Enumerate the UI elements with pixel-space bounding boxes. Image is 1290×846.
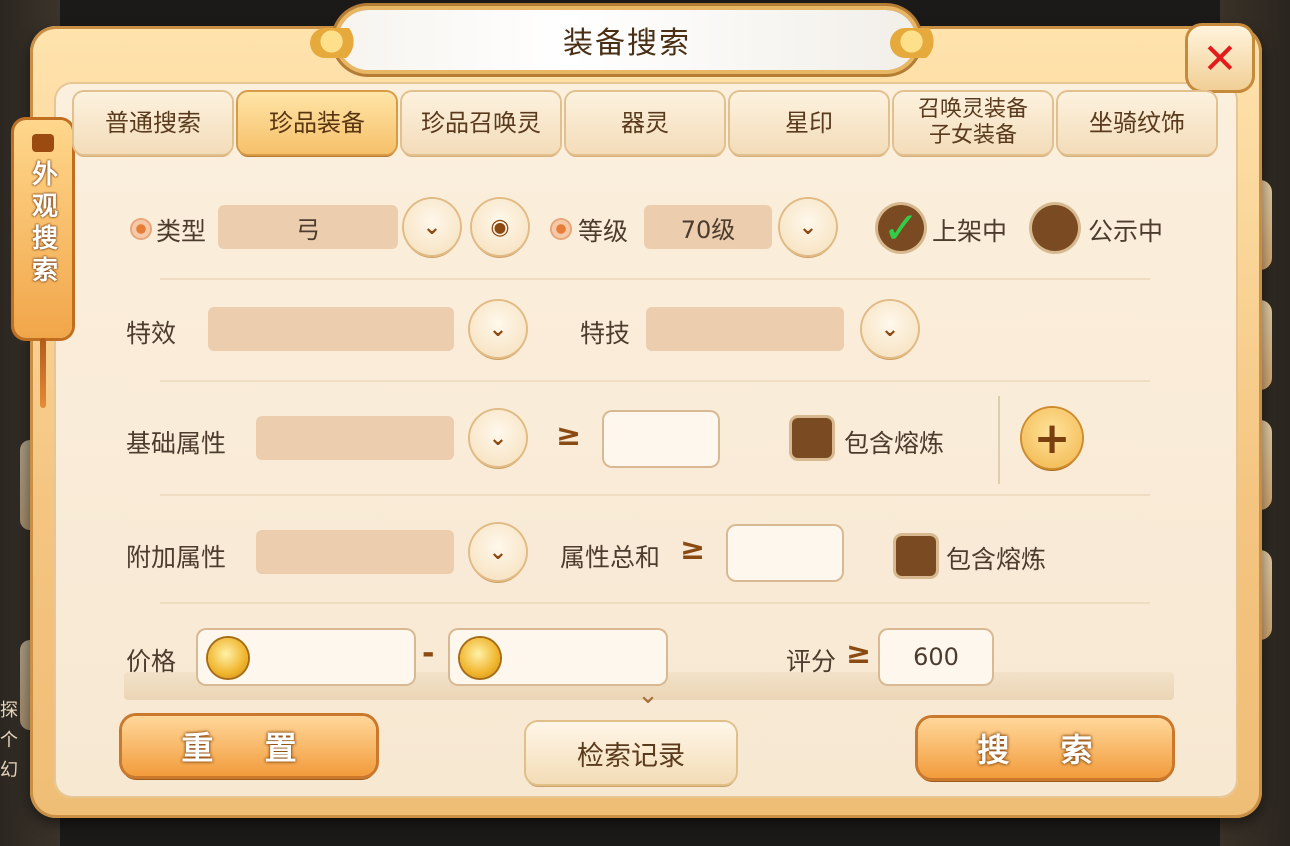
chevron-down-icon: ⌄ [798, 214, 818, 240]
plus-icon: + [1033, 412, 1071, 464]
skill-field[interactable] [646, 307, 844, 351]
close-button[interactable]: ✕ [1188, 26, 1252, 90]
greater-equal-icon: ≥ [846, 636, 872, 671]
score-label: 评分 [786, 647, 837, 676]
close-icon: ✕ [1202, 33, 1238, 83]
attr-sum-input[interactable] [728, 526, 842, 580]
chevron-down-icon: ⌄ [488, 539, 508, 565]
level-dropdown-button[interactable]: ⌄ [780, 199, 836, 255]
checkmark-icon: ✓ [882, 202, 920, 254]
chevron-down-icon: ⌄ [488, 316, 508, 342]
level-field[interactable]: 70级 [644, 205, 772, 249]
base-include-smelt-label: 包含熔炼 [844, 429, 945, 458]
tab-mount-pattern[interactable]: 坐骑纹饰 [1058, 92, 1216, 154]
background-text: 个 [0, 730, 18, 751]
range-separator: - [422, 636, 435, 671]
extra-attr-field[interactable] [256, 530, 454, 574]
tab-label: 珍品召唤灵 [421, 109, 541, 137]
extra-attr-dropdown-button[interactable]: ⌄ [470, 524, 526, 580]
coin-icon [208, 638, 248, 678]
extra-attr-label: 附加属性 [126, 543, 227, 572]
type-radio[interactable] [132, 220, 150, 238]
level-radio[interactable] [552, 220, 570, 238]
on-sale-label: 上架中 [932, 217, 1008, 246]
skill-label: 特技 [580, 319, 631, 348]
search-history-button[interactable]: 检索记录 [526, 722, 736, 784]
greater-equal-icon: ≥ [680, 532, 706, 567]
effect-field[interactable] [208, 307, 454, 351]
tab-label: 召唤灵装备 子女装备 [917, 97, 1028, 148]
public-checkbox[interactable] [1032, 205, 1078, 251]
effect-dropdown-button[interactable]: ⌄ [470, 301, 526, 357]
tab-summon-child-equipment[interactable]: 召唤灵装备 子女装备 [894, 92, 1052, 154]
tab-rare-equipment[interactable]: 珍品装备 [238, 92, 396, 154]
background-text: 探 [0, 700, 18, 721]
coin-icon [460, 638, 500, 678]
tab-rare-summon[interactable]: 珍品召唤灵 [402, 92, 560, 154]
greater-equal-icon: ≥ [556, 418, 582, 453]
tab-label: 星印 [785, 109, 833, 137]
page-title: 装备搜索 [563, 26, 691, 61]
tab-label: 坐骑纹饰 [1089, 109, 1185, 137]
decor-swirl-icon [310, 28, 364, 58]
shirt-icon [32, 134, 54, 152]
extra-include-smelt-label: 包含熔炼 [946, 545, 1047, 574]
score-input[interactable]: 600 [880, 630, 992, 684]
tab-artifact-spirit[interactable]: 器灵 [566, 92, 724, 154]
type-field[interactable]: 弓 [218, 205, 398, 249]
vertical-divider [998, 396, 1000, 484]
chevron-down-icon: ⌄ [488, 425, 508, 451]
background-text: 幻 [0, 760, 18, 781]
skill-dropdown-button[interactable]: ⌄ [862, 301, 918, 357]
appearance-search-side-tab[interactable]: 外观搜索 [14, 120, 72, 338]
effect-label: 特效 [126, 319, 177, 348]
base-attr-label: 基础属性 [126, 429, 227, 458]
divider [160, 494, 1150, 496]
type-dropdown-button[interactable]: ⌄ [404, 199, 460, 255]
chevron-down-icon: ⌄ [880, 316, 900, 342]
divider [160, 278, 1150, 280]
title-banner: 装备搜索 [310, 10, 944, 70]
preview-button[interactable]: ◉ [472, 199, 528, 255]
tassel-decoration [40, 338, 46, 408]
eye-icon: ◉ [490, 214, 510, 240]
public-label: 公示中 [1088, 217, 1164, 246]
tab-label: 珍品装备 [269, 109, 365, 137]
expand-chevron-icon[interactable]: ⌄ [632, 680, 664, 710]
price-label: 价格 [126, 647, 177, 676]
decor-swirl-icon [890, 28, 944, 58]
tab-label: 普通搜索 [105, 109, 201, 137]
base-attr-dropdown-button[interactable]: ⌄ [470, 410, 526, 466]
tab-star-seal[interactable]: 星印 [730, 92, 888, 154]
divider [160, 602, 1150, 604]
search-button[interactable]: 搜 索 [918, 718, 1172, 778]
level-label: 等级 [578, 217, 629, 246]
on-sale-checkbox[interactable]: ✓ [878, 202, 924, 254]
base-attr-min-input[interactable] [604, 412, 718, 466]
attr-sum-label: 属性总和 [560, 543, 661, 572]
tab-normal-search[interactable]: 普通搜索 [74, 92, 232, 154]
tab-label: 器灵 [621, 109, 669, 137]
base-include-smelt-checkbox[interactable] [792, 418, 832, 458]
side-tab-label: 外观搜索 [27, 160, 58, 288]
base-attr-field[interactable] [256, 416, 454, 460]
extra-include-smelt-checkbox[interactable] [896, 536, 936, 576]
type-label: 类型 [156, 217, 207, 246]
divider [160, 380, 1150, 382]
add-attribute-button[interactable]: + [1022, 408, 1082, 468]
reset-button[interactable]: 重 置 [122, 716, 376, 776]
chevron-down-icon: ⌄ [422, 214, 442, 240]
